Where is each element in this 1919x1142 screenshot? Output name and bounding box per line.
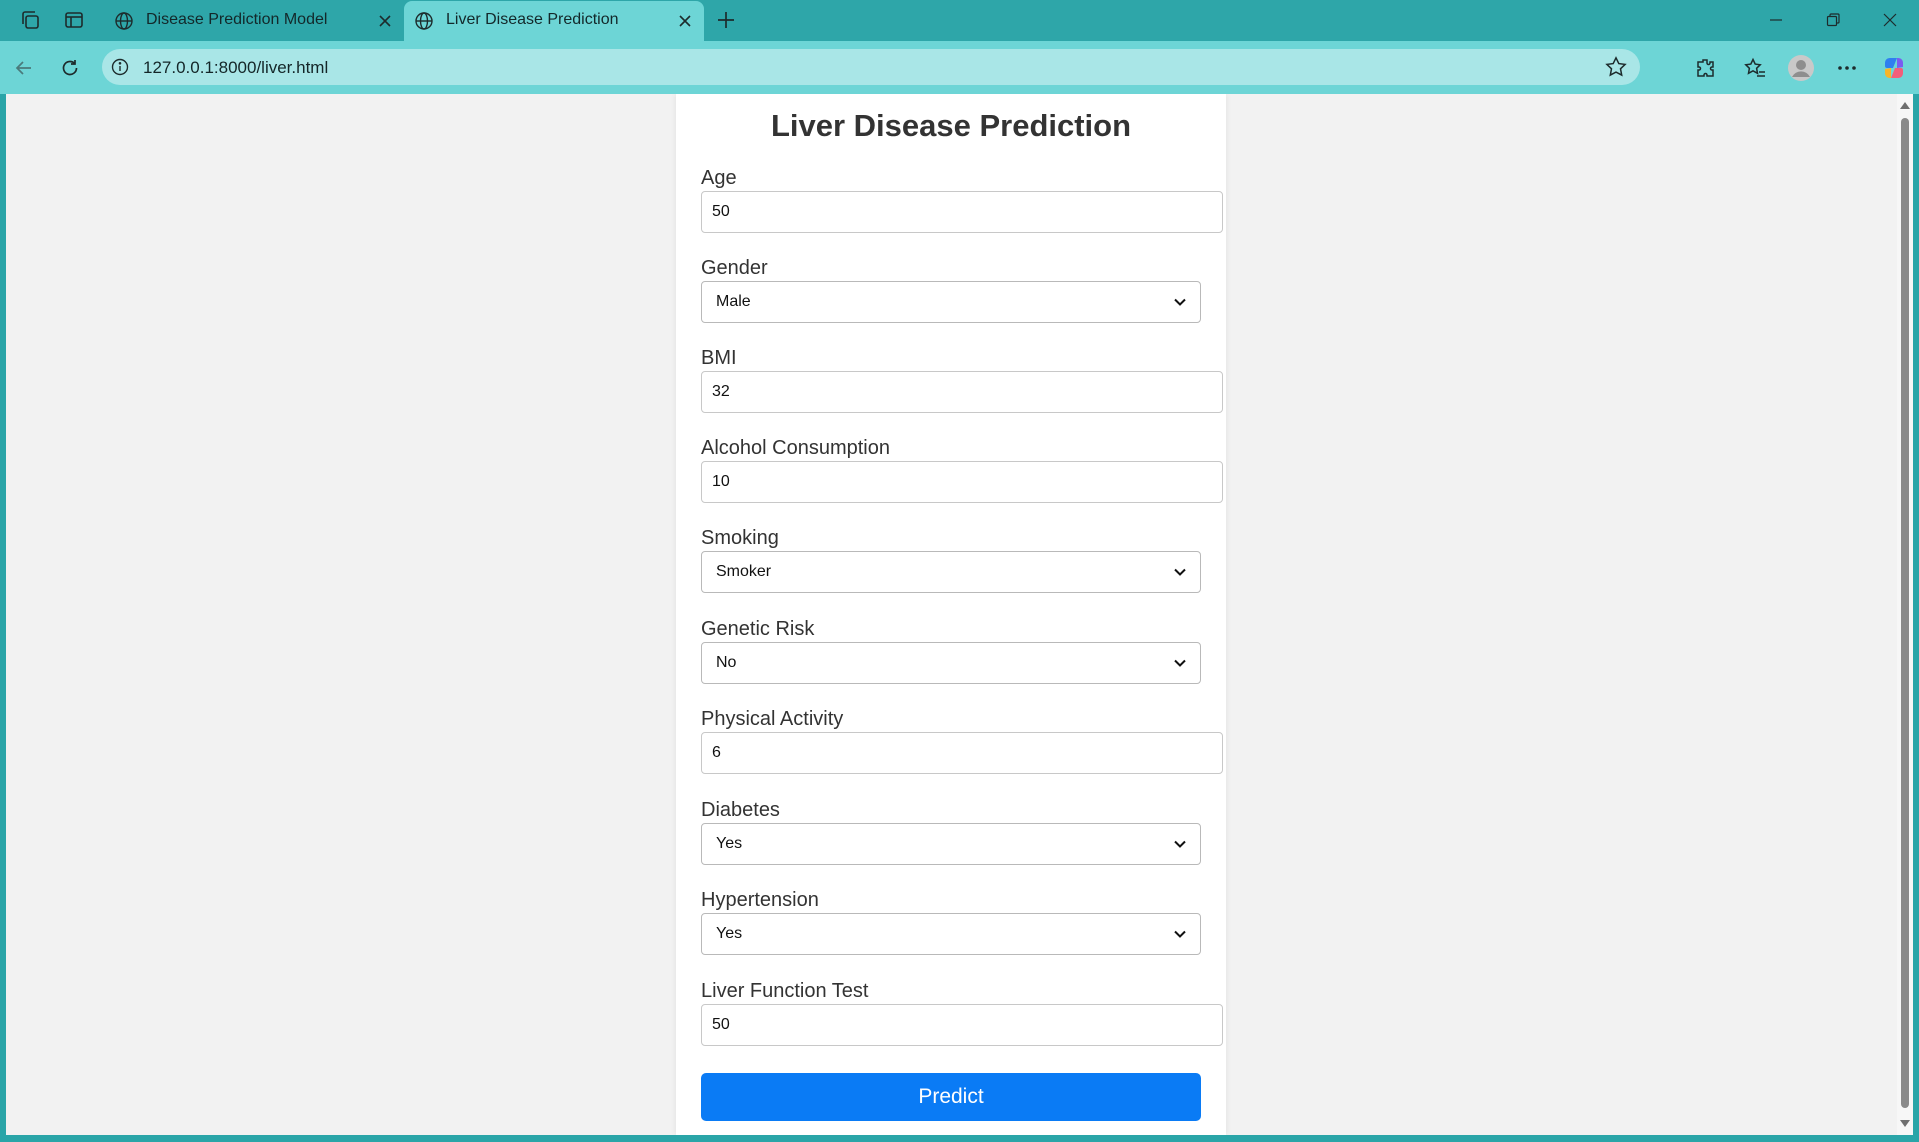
close-icon[interactable]	[674, 10, 696, 32]
scroll-up-icon[interactable]	[1900, 102, 1910, 109]
refresh-icon[interactable]	[53, 51, 87, 85]
page-scrollbar[interactable]	[1897, 94, 1913, 1135]
chevron-down-icon	[1174, 563, 1186, 581]
chevron-down-icon	[1174, 925, 1186, 943]
profile-avatar-icon[interactable]	[1784, 51, 1818, 85]
physical-activity-input[interactable]	[701, 732, 1223, 774]
minimize-icon[interactable]	[1748, 4, 1804, 36]
tab-actions-icon[interactable]	[58, 5, 90, 35]
chevron-down-icon	[1174, 654, 1186, 672]
window-bottom-edge	[0, 1135, 1919, 1142]
field-label: BMI	[701, 347, 737, 369]
genetic-risk-select[interactable]: No	[701, 642, 1201, 684]
chevron-down-icon	[1174, 835, 1186, 853]
field-label: Gender	[701, 257, 768, 279]
tab-disease-prediction-model[interactable]: Disease Prediction Model	[104, 1, 404, 41]
extensions-icon[interactable]	[1688, 51, 1722, 85]
scrollbar-thumb[interactable]	[1901, 118, 1909, 1108]
site-info-icon[interactable]	[110, 57, 130, 82]
field-label: Alcohol Consumption	[701, 437, 890, 459]
globe-icon	[414, 11, 434, 36]
page-title: Liver Disease Prediction	[770, 108, 1132, 143]
field-label: Smoking	[701, 527, 779, 549]
browser-toolbar: 127.0.0.1:8000/liver.html	[0, 41, 1919, 94]
select-value: Yes	[716, 835, 743, 852]
bmi-input[interactable]	[701, 371, 1223, 413]
predict-button[interactable]: Predict	[701, 1073, 1201, 1121]
select-value: No	[716, 654, 737, 671]
tab-title: Liver Disease Prediction	[446, 11, 619, 28]
alcohol-consumption-input[interactable]	[701, 461, 1223, 503]
hypertension-select[interactable]: Yes	[701, 913, 1201, 955]
url-text: 127.0.0.1:8000/liver.html	[143, 58, 329, 77]
field-label: Liver Function Test	[701, 980, 869, 1002]
form-card: Liver Disease Prediction Age Gender Male…	[676, 94, 1226, 1135]
chevron-down-icon	[1174, 293, 1186, 311]
select-value: Yes	[716, 925, 743, 942]
address-bar[interactable]: 127.0.0.1:8000/liver.html	[102, 49, 1640, 85]
globe-icon	[114, 11, 134, 36]
liver-function-test-input[interactable]	[701, 1004, 1223, 1046]
tab-title: Disease Prediction Model	[146, 11, 328, 28]
field-label: Hypertension	[701, 889, 819, 911]
restore-icon[interactable]	[1805, 4, 1861, 36]
gender-select[interactable]: Male	[701, 281, 1201, 323]
select-value: Smoker	[716, 563, 772, 580]
close-window-icon[interactable]	[1862, 4, 1918, 36]
tab-strip: Disease Prediction Model Liver Disease P…	[0, 0, 1919, 41]
copilot-icon[interactable]	[1877, 51, 1911, 85]
page-viewport: Liver Disease Prediction Age Gender Male…	[6, 94, 1897, 1135]
select-value: Male	[716, 293, 751, 310]
back-icon[interactable]	[7, 51, 41, 85]
tab-liver-disease-prediction[interactable]: Liver Disease Prediction	[404, 1, 704, 41]
field-label: Age	[701, 167, 737, 189]
favorites-icon[interactable]	[1738, 51, 1772, 85]
age-input[interactable]	[701, 191, 1223, 233]
field-label: Diabetes	[701, 799, 780, 821]
diabetes-select[interactable]: Yes	[701, 823, 1201, 865]
field-label: Genetic Risk	[701, 618, 815, 640]
new-tab-icon[interactable]	[710, 4, 742, 36]
field-label: Physical Activity	[701, 708, 844, 730]
more-options-icon[interactable]	[1830, 51, 1864, 85]
scroll-down-icon[interactable]	[1900, 1120, 1910, 1127]
workspaces-icon[interactable]	[14, 5, 46, 35]
close-icon[interactable]	[374, 10, 396, 32]
favorite-star-icon[interactable]	[1604, 55, 1628, 84]
smoking-select[interactable]: Smoker	[701, 551, 1201, 593]
